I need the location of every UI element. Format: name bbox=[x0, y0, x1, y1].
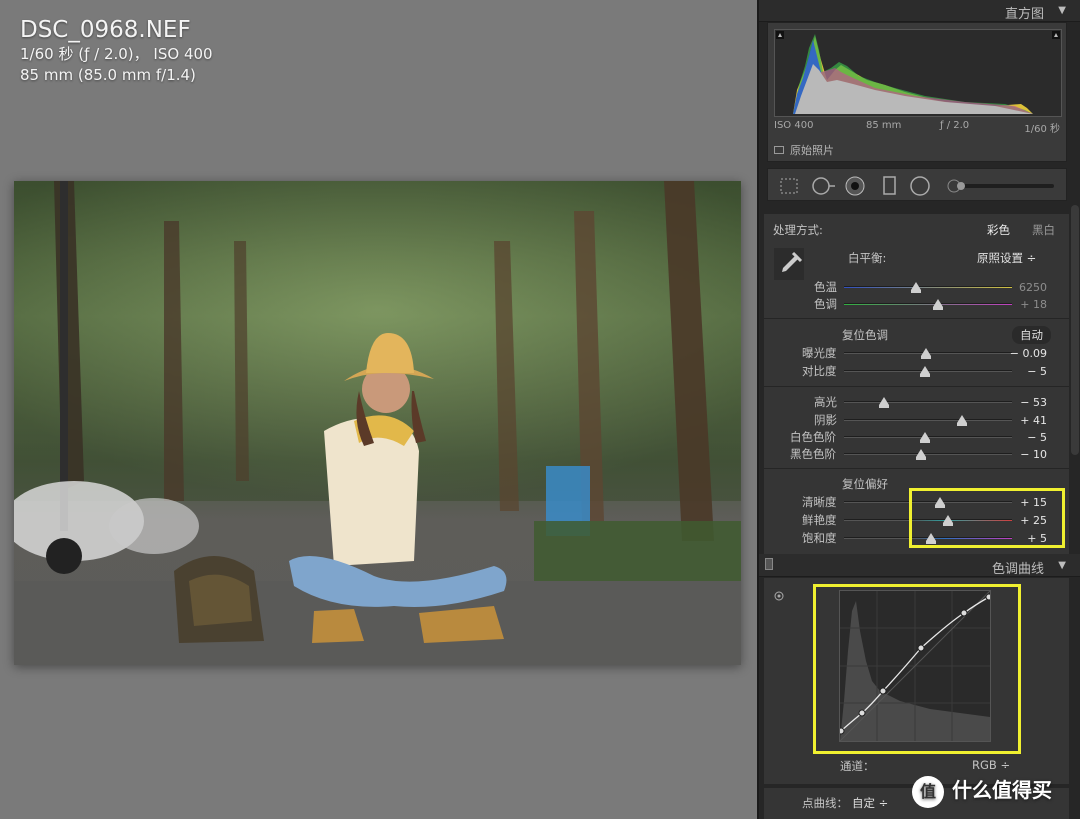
presence-reset-label[interactable]: 复位偏好 bbox=[842, 476, 888, 492]
channel-select[interactable]: RGB ÷ bbox=[972, 758, 1010, 772]
presence-highlight-box bbox=[909, 488, 1065, 548]
tone-curve-header[interactable]: 色调曲线 ▼ bbox=[759, 554, 1080, 577]
channel-label: 通道： bbox=[840, 759, 875, 773]
point-curve-select[interactable]: 自定 ÷ bbox=[852, 795, 888, 811]
checkbox-icon[interactable] bbox=[774, 146, 784, 154]
iso-value: ISO 400 bbox=[774, 120, 814, 131]
highlights-slider[interactable] bbox=[844, 395, 1012, 409]
white-balance-label: 白平衡: bbox=[848, 251, 887, 265]
exposure-value[interactable]: − 0.09 bbox=[1001, 347, 1047, 360]
panel-switch-icon[interactable] bbox=[765, 558, 773, 570]
original-photo-label: 原始照片 bbox=[790, 144, 834, 157]
vibrance-label: 鲜艳度 bbox=[802, 513, 837, 527]
tone-curve-title: 色调曲线 bbox=[991, 562, 1044, 577]
divider bbox=[764, 386, 1069, 387]
whites-thumb[interactable] bbox=[919, 432, 930, 443]
curve-highlight-box bbox=[813, 584, 1021, 754]
exposure-slider[interactable] bbox=[844, 346, 1012, 360]
graduated-filter-icon[interactable] bbox=[882, 176, 898, 196]
watermark: 值什么值得买 bbox=[912, 774, 1052, 808]
contrast-label: 对比度 bbox=[802, 364, 837, 378]
blacks-slider[interactable] bbox=[844, 447, 1012, 461]
filename: DSC_0968.NEF bbox=[20, 17, 191, 43]
watermark-logo: 值 bbox=[912, 775, 944, 808]
shadows-label: 阴影 bbox=[814, 413, 837, 427]
collapse-triangle-icon[interactable]: ▼ bbox=[1058, 560, 1066, 571]
target-adjust-icon[interactable] bbox=[773, 590, 785, 602]
photo-preview[interactable] bbox=[14, 181, 741, 665]
blacks-thumb[interactable] bbox=[916, 449, 927, 460]
whites-label: 白色色阶 bbox=[790, 430, 836, 444]
watermark-text: 什么值得买 bbox=[952, 778, 1052, 802]
eyedropper-icon[interactable] bbox=[774, 248, 804, 280]
shadows-thumb[interactable] bbox=[956, 415, 967, 426]
point-curve-label: 点曲线： bbox=[802, 796, 848, 810]
temp-value[interactable]: 6250 bbox=[1001, 281, 1047, 294]
treatment-color-option[interactable]: 彩色 bbox=[987, 222, 1010, 238]
tone-reset-label[interactable]: 复位色调 bbox=[842, 327, 888, 343]
contrast-slider[interactable] bbox=[844, 364, 1012, 378]
histogram-chart bbox=[776, 31, 1060, 114]
exposure-info: 1/60 秒 (ƒ / 2.0)， ISO 400 bbox=[20, 45, 213, 63]
focal-value: 85 mm bbox=[866, 120, 902, 131]
tint-value[interactable]: + 18 bbox=[1001, 298, 1047, 311]
divider bbox=[764, 318, 1069, 319]
image-info: DSC_0968.NEF 1/60 秒 (ƒ / 2.0)， ISO 400 8… bbox=[20, 16, 213, 86]
histogram-title: 直方图 bbox=[1004, 7, 1044, 22]
treatment-bw-option[interactable]: 黑白 bbox=[1032, 222, 1055, 238]
temp-label: 色温 bbox=[814, 280, 837, 294]
develop-panel: 直方图 ▼ ISO 400 85 mm ƒ / 2.0 1/60 秒 原始照片 bbox=[757, 0, 1080, 819]
temp-thumb[interactable] bbox=[911, 282, 922, 293]
shutter-value: 1/60 秒 bbox=[1024, 124, 1060, 135]
histogram-header[interactable]: 直方图 ▼ bbox=[759, 0, 1080, 22]
highlights-label: 高光 bbox=[814, 395, 837, 409]
treatment-label: 处理方式: bbox=[773, 223, 823, 237]
spot-removal-icon[interactable] bbox=[810, 176, 838, 196]
radial-filter-icon[interactable] bbox=[908, 176, 932, 196]
original-photo-toggle[interactable]: 原始照片 bbox=[774, 142, 834, 158]
histogram: ISO 400 85 mm ƒ / 2.0 1/60 秒 原始照片 bbox=[767, 22, 1067, 162]
tint-label: 色调 bbox=[814, 297, 837, 311]
contrast-thumb[interactable] bbox=[919, 366, 930, 377]
whites-value[interactable]: − 5 bbox=[1001, 431, 1047, 444]
divider bbox=[764, 468, 1069, 469]
panel-scrollbar[interactable] bbox=[1071, 205, 1079, 455]
tint-thumb[interactable] bbox=[933, 299, 944, 310]
tool-strip bbox=[767, 168, 1067, 201]
red-eye-icon[interactable] bbox=[844, 176, 866, 196]
saturation-label: 饱和度 bbox=[802, 531, 837, 545]
exposure-label: 曝光度 bbox=[802, 346, 837, 360]
contrast-value[interactable]: − 5 bbox=[1001, 365, 1047, 378]
photo-illustration bbox=[14, 181, 741, 665]
adjustment-brush-slider[interactable] bbox=[946, 176, 1058, 196]
shadows-value[interactable]: + 41 bbox=[1001, 414, 1047, 427]
tint-slider[interactable] bbox=[844, 297, 1012, 311]
blacks-value[interactable]: − 10 bbox=[1001, 448, 1047, 461]
aperture-value: ƒ / 2.0 bbox=[940, 120, 970, 131]
highlights-thumb[interactable] bbox=[879, 397, 890, 408]
temp-slider[interactable] bbox=[844, 280, 1012, 294]
collapse-triangle-icon[interactable]: ▼ bbox=[1058, 5, 1066, 16]
auto-button[interactable]: 自动 bbox=[1012, 326, 1051, 344]
highlights-value[interactable]: − 53 bbox=[1001, 396, 1047, 409]
lens-info: 85 mm (85.0 mm f/1.4) bbox=[20, 66, 196, 84]
clarity-label: 清晰度 bbox=[802, 495, 837, 509]
crop-icon[interactable] bbox=[778, 176, 800, 196]
white-balance-select[interactable]: 原照设置 ÷ bbox=[977, 250, 1036, 266]
histogram-graph[interactable] bbox=[774, 29, 1062, 117]
blacks-label: 黑色色阶 bbox=[790, 447, 836, 461]
whites-slider[interactable] bbox=[844, 430, 1012, 444]
shadows-slider[interactable] bbox=[844, 413, 1012, 427]
exposure-thumb[interactable] bbox=[921, 348, 932, 359]
